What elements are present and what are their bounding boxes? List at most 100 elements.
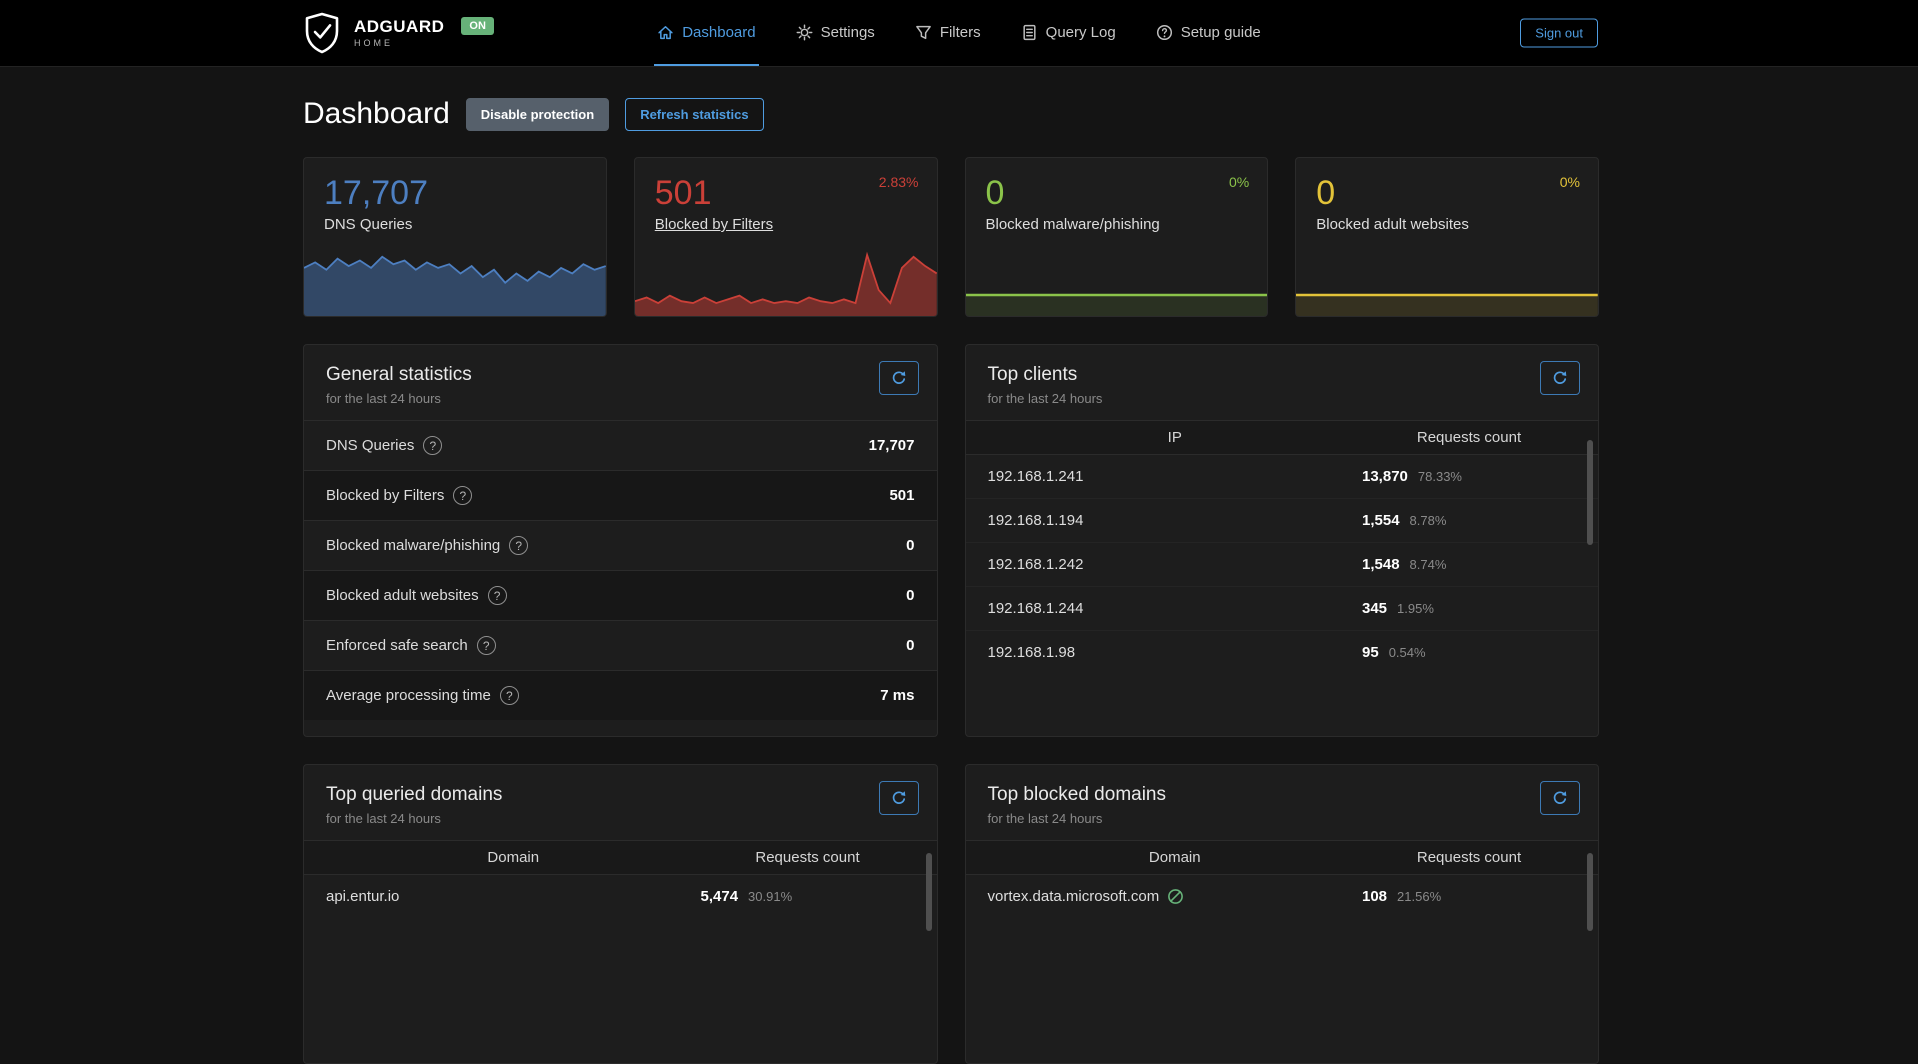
- help-icon[interactable]: [509, 536, 528, 555]
- blocked-malware-sparkline-chart: [966, 274, 1268, 316]
- request-count: 1,548: [1362, 556, 1400, 573]
- help-icon[interactable]: [453, 486, 472, 505]
- scrollbar[interactable]: [926, 853, 932, 931]
- request-percent: 78.33%: [1418, 469, 1462, 484]
- disable-protection-button[interactable]: Disable protection: [466, 98, 609, 131]
- refresh-statistics-button[interactable]: Refresh statistics: [625, 98, 763, 131]
- gear-icon: [796, 24, 813, 41]
- stat-card-dns-queries: 17,707 DNS Queries: [303, 157, 607, 317]
- nav-item-setup-guide[interactable]: Setup guide: [1153, 0, 1264, 66]
- general-statistics-table: DNS Queries 17,707 Blocked by Filters 50…: [304, 420, 937, 720]
- request-percent: 1.95%: [1397, 601, 1434, 616]
- stat-value: 0: [986, 174, 1248, 212]
- table-row: Blocked adult websites 0: [304, 570, 937, 620]
- row-value: 0: [906, 637, 914, 654]
- stat-card-blocked-malware: 0 0% Blocked malware/phishing: [965, 157, 1269, 317]
- client-ip[interactable]: 192.168.1.241: [988, 468, 1363, 485]
- table-row: 192.168.1.241 13,870 78.33%: [966, 455, 1599, 498]
- nav-label: Dashboard: [682, 24, 755, 41]
- row-value: 501: [889, 487, 914, 504]
- nav-label: Settings: [821, 24, 875, 41]
- nav-item-dashboard[interactable]: Dashboard: [654, 0, 758, 66]
- refresh-button[interactable]: [879, 361, 919, 395]
- stat-value: 17,707: [324, 174, 586, 212]
- top-blocked-domains-table: Domain Requests count vortex.data.micros…: [966, 840, 1599, 918]
- sign-out-button[interactable]: Sign out: [1520, 19, 1598, 48]
- column-header: Domain: [988, 849, 1363, 866]
- brand-name: ADGUARD: [354, 18, 444, 35]
- request-count: 13,870: [1362, 468, 1408, 485]
- app-header: ADGUARD HOME ON Dashboard Settings Filte…: [0, 0, 1918, 67]
- panel-subtitle: for the last 24 hours: [326, 391, 915, 406]
- refresh-button[interactable]: [1540, 781, 1580, 815]
- help-icon[interactable]: [423, 436, 442, 455]
- adguard-brand[interactable]: ADGUARD HOME ON: [303, 0, 494, 66]
- stat-label: Blocked adult websites: [1316, 216, 1469, 233]
- table-row: 192.168.1.194 1,5548.78%: [966, 498, 1599, 542]
- refresh-button[interactable]: [1540, 361, 1580, 395]
- blocked-service-icon: [1167, 888, 1184, 905]
- refresh-button[interactable]: [879, 781, 919, 815]
- page-title: Dashboard: [303, 97, 450, 131]
- nav-item-settings[interactable]: Settings: [793, 0, 878, 66]
- client-ip[interactable]: 192.168.1.194: [988, 512, 1363, 529]
- nav-item-filters[interactable]: Filters: [912, 0, 984, 66]
- row-label: Blocked by Filters: [326, 487, 444, 504]
- top-queried-domains-panel: Top queried domains for the last 24 hour…: [303, 764, 938, 1064]
- stat-label-link[interactable]: Blocked by Filters: [655, 216, 773, 233]
- stat-percent: 2.83%: [879, 174, 919, 190]
- table-row: Blocked malware/phishing 0: [304, 520, 937, 570]
- brand-text: ADGUARD HOME: [354, 18, 444, 48]
- refresh-icon: [891, 790, 907, 806]
- client-ip[interactable]: 192.168.1.244: [988, 600, 1363, 617]
- nav-label: Query Log: [1046, 24, 1116, 41]
- row-label: Blocked adult websites: [326, 587, 479, 604]
- row-value: 0: [906, 587, 914, 604]
- stat-label: DNS Queries: [324, 216, 412, 233]
- request-count: 5,474: [701, 888, 739, 905]
- scrollbar[interactable]: [1587, 853, 1593, 931]
- table-row: 192.168.1.244 3451.95%: [966, 586, 1599, 630]
- client-ip[interactable]: 192.168.1.242: [988, 556, 1363, 573]
- table-header: Domain Requests count: [304, 840, 937, 875]
- stat-percent: 0%: [1560, 174, 1580, 190]
- stat-card-blocked-adult: 0 0% Blocked adult websites: [1295, 157, 1599, 317]
- table-row: api.entur.io 5,474 30.91%: [304, 875, 937, 918]
- middle-panels: General statistics for the last 24 hours…: [303, 344, 1599, 737]
- help-icon[interactable]: [500, 686, 519, 705]
- scrollbar[interactable]: [1587, 440, 1593, 545]
- adguard-shield-logo-icon: [303, 12, 341, 54]
- refresh-icon: [1552, 370, 1568, 386]
- request-percent: 30.91%: [748, 889, 792, 904]
- table-row: Blocked by Filters 501: [304, 470, 937, 520]
- top-queried-domains-table: Domain Requests count api.entur.io 5,474…: [304, 840, 937, 918]
- panel-title: Top blocked domains: [988, 783, 1577, 806]
- panel-subtitle: for the last 24 hours: [326, 811, 915, 826]
- table-row: Enforced safe search 0: [304, 620, 937, 670]
- question-circle-icon: [1156, 24, 1173, 41]
- domain-name[interactable]: vortex.data.microsoft.com: [988, 888, 1160, 905]
- table-row: Average processing time 7 ms: [304, 670, 937, 720]
- column-header: Domain: [326, 849, 701, 866]
- nav-label: Filters: [940, 24, 981, 41]
- funnel-icon: [915, 24, 932, 41]
- help-icon[interactable]: [477, 636, 496, 655]
- panel-subtitle: for the last 24 hours: [988, 811, 1577, 826]
- request-percent: 0.54%: [1389, 645, 1426, 660]
- client-ip[interactable]: 192.168.1.98: [988, 644, 1363, 661]
- blocked-filters-sparkline-chart: [635, 242, 937, 316]
- nav-item-query-log[interactable]: Query Log: [1018, 0, 1119, 66]
- domain-name[interactable]: api.entur.io: [326, 888, 701, 905]
- stat-cards: 17,707 DNS Queries 501 2.83% Blocked by …: [303, 157, 1599, 317]
- table-row: vortex.data.microsoft.com 10821.56%: [966, 875, 1599, 918]
- nav-label: Setup guide: [1181, 24, 1261, 41]
- panel-title: General statistics: [326, 363, 915, 386]
- page-head: Dashboard Disable protection Refresh sta…: [303, 97, 1599, 131]
- help-icon[interactable]: [488, 586, 507, 605]
- request-percent: 21.56%: [1397, 889, 1441, 904]
- top-blocked-domains-panel: Top blocked domains for the last 24 hour…: [965, 764, 1600, 1064]
- protection-status-badge: ON: [461, 17, 494, 35]
- table-header: Domain Requests count: [966, 840, 1599, 875]
- stat-value: 0: [1316, 174, 1578, 212]
- column-header: Requests count: [1362, 849, 1576, 866]
